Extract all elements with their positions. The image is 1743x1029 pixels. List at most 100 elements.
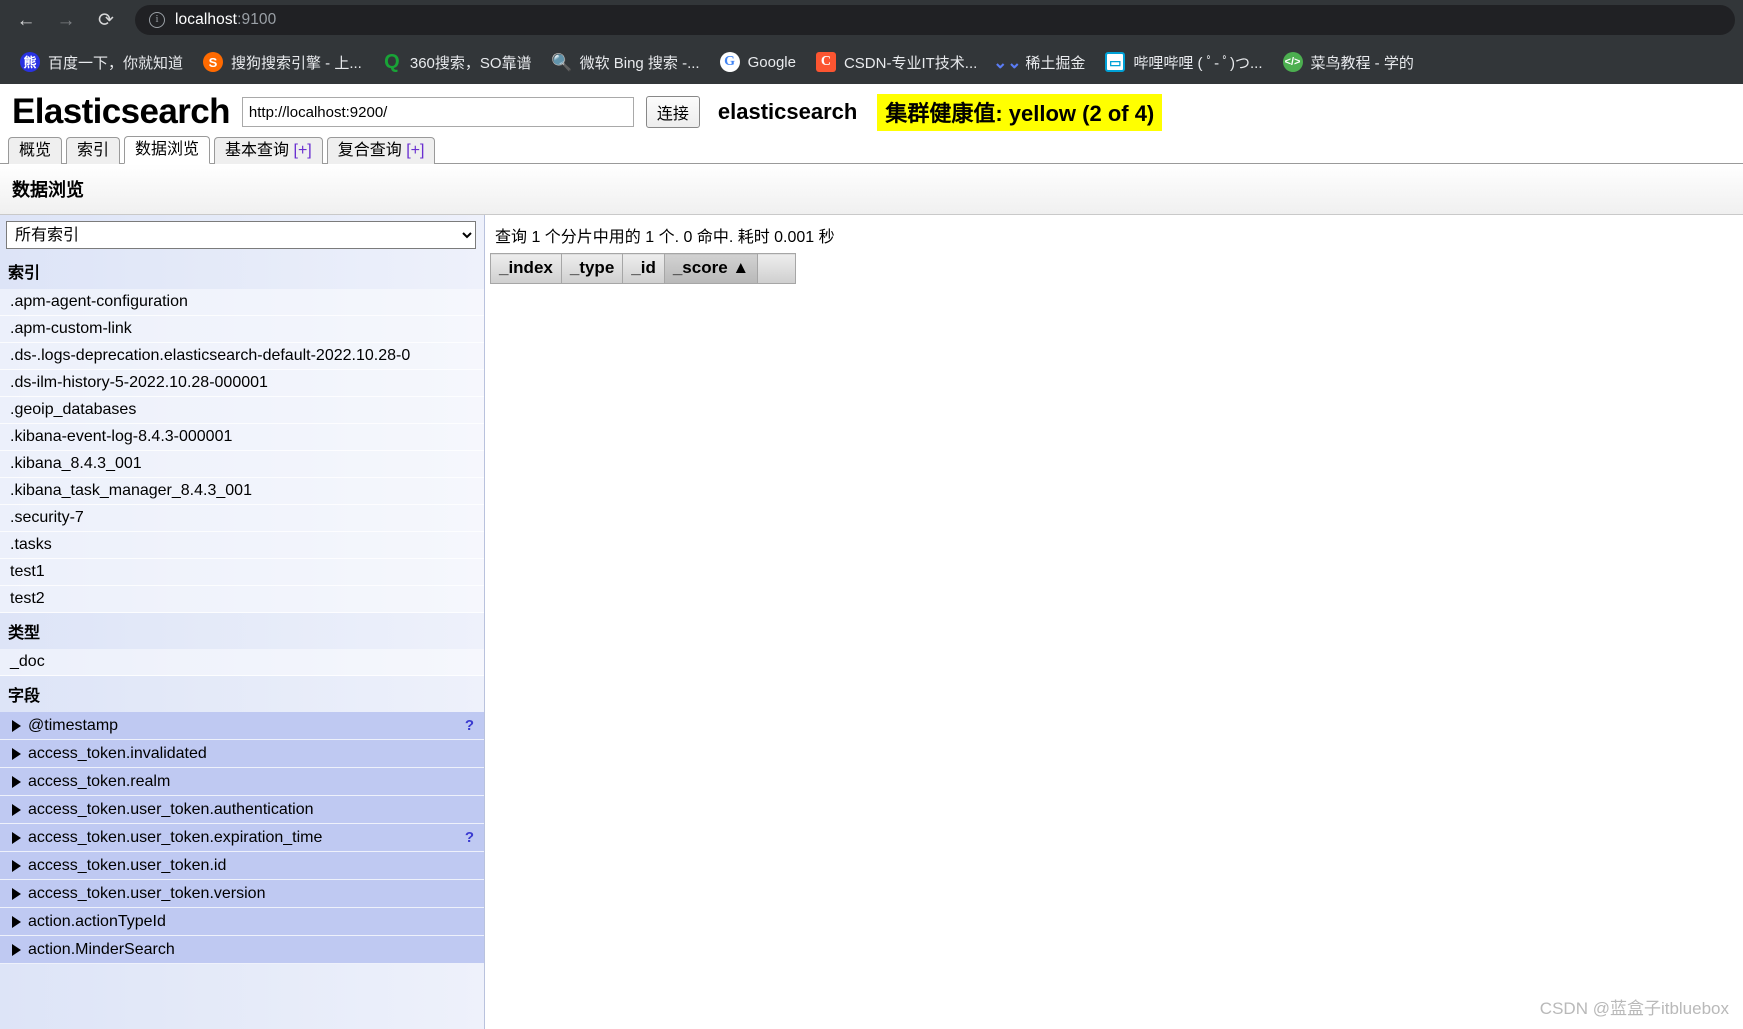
help-question-icon[interactable]: ?: [465, 716, 474, 735]
tab-basic-query[interactable]: 基本查询 [+]: [214, 137, 323, 164]
sidebar-list-item[interactable]: .apm-custom-link: [0, 316, 484, 343]
sidebar-list-item[interactable]: .kibana-event-log-8.4.3-000001: [0, 424, 484, 451]
triangle-right-icon[interactable]: [12, 775, 21, 788]
page-title: 数据浏览: [0, 164, 1743, 215]
cluster-url-input[interactable]: [241, 97, 634, 127]
tab-bar: 概览 索引 数据浏览 基本查询 [+] 复合查询 [+]: [0, 136, 1743, 164]
site-info-icon[interactable]: i: [149, 12, 165, 28]
sidebar-group-title: 类型: [8, 625, 41, 642]
juejin-icon: ⌄⌄: [993, 52, 1022, 72]
tab-overview[interactable]: 概览: [8, 137, 63, 164]
tab-plus[interactable]: [+]: [406, 142, 424, 159]
sidebar-field-item[interactable]: @timestamp?: [0, 712, 484, 740]
address-bar[interactable]: i localhost:9100: [135, 5, 1735, 35]
sidebar-list-item[interactable]: .apm-agent-configuration: [0, 289, 484, 316]
index-select[interactable]: 所有索引: [6, 221, 476, 249]
browser-nav-bar: ← → ⟳ i localhost:9100: [0, 0, 1743, 40]
column-header-id[interactable]: _id: [622, 253, 665, 284]
google-icon: G: [719, 52, 740, 72]
query-status-text: 查询 1 个分片中用的 1 个. 0 命中. 耗时 0.001 秒: [495, 229, 835, 246]
sidebar-field-label: action.MinderSearch: [28, 941, 175, 958]
tab-plus[interactable]: [+]: [294, 142, 312, 159]
sidebar-field-item[interactable]: action.MinderSearch: [0, 936, 484, 964]
reload-icon[interactable]: ⟳: [88, 4, 124, 36]
tab-indices[interactable]: 索引: [66, 137, 121, 164]
triangle-right-icon[interactable]: [12, 747, 21, 760]
runoob-icon: </>: [1282, 52, 1303, 72]
column-label: _score: [672, 258, 728, 277]
sidebar-field-item[interactable]: access_token.user_token.version: [0, 880, 484, 908]
sidebar-group-title: 索引: [8, 265, 41, 282]
bookmarks-bar: 熊 百度一下，你就知道 S 搜狗搜索引擎 - 上... Q 360搜索，SO靠谱…: [0, 40, 1743, 84]
sidebar-field-item[interactable]: access_token.user_token.id: [0, 852, 484, 880]
bookmark-csdn[interactable]: C CSDN-专业IT技术...: [806, 48, 987, 77]
help-question-icon[interactable]: ?: [465, 828, 474, 847]
column-label: _index: [499, 258, 553, 277]
tab-label: 数据浏览: [135, 141, 200, 158]
so360-icon: Q: [384, 51, 400, 73]
cluster-health-badge: 集群健康值: yellow (2 of 4): [877, 93, 1163, 131]
triangle-right-icon[interactable]: [12, 831, 21, 844]
bookmark-360[interactable]: Q 360搜索，SO靠谱: [372, 48, 542, 77]
sidebar-field-item[interactable]: access_token.realm: [0, 768, 484, 796]
sidebar-field-item[interactable]: access_token.user_token.expiration_time?: [0, 824, 484, 852]
bookmark-bilibili[interactable]: ▭ 哔哩哔哩 ( ﾟ- ﾟ)つ...: [1095, 48, 1272, 77]
url-host: localhost: [175, 11, 238, 28]
triangle-right-icon[interactable]: [12, 859, 21, 872]
bookmark-juejin[interactable]: ⌄⌄ 稀土掘金: [987, 48, 1095, 77]
tab-composite-query[interactable]: 复合查询 [+]: [326, 137, 436, 164]
tab-label: 概览: [19, 142, 52, 159]
sidebar-field-label: access_token.user_token.id: [28, 857, 227, 874]
bookmark-label: 菜鸟教程 - 学的: [1310, 54, 1414, 72]
sogou-icon: S: [203, 52, 224, 72]
sidebar-list-item[interactable]: .kibana_task_manager_8.4.3_001: [0, 478, 484, 505]
sidebar-list-item[interactable]: .ds-.logs-deprecation.elasticsearch-defa…: [0, 343, 484, 370]
column-header-score[interactable]: _score ▲: [663, 253, 759, 284]
bookmark-label: 微软 Bing 搜索 -...: [579, 54, 700, 72]
baidu-icon: 熊: [20, 52, 40, 72]
sidebar-field-label: action.actionTypeId: [28, 913, 166, 930]
bilibili-icon: ▭: [1105, 52, 1126, 72]
forward-icon[interactable]: →: [48, 4, 84, 36]
triangle-right-icon[interactable]: [12, 803, 21, 816]
bookmark-label: 360搜索，SO靠谱: [409, 54, 532, 72]
app-logo: Elasticsearch: [12, 92, 231, 131]
connect-button[interactable]: 连接: [645, 96, 700, 128]
triangle-right-icon[interactable]: [12, 887, 21, 900]
sidebar-list-item[interactable]: .ds-ilm-history-5-2022.10.28-000001: [0, 370, 484, 397]
column-header-type[interactable]: _type: [560, 253, 624, 284]
sidebar-field-label: access_token.user_token.expiration_time: [28, 829, 323, 846]
triangle-right-icon[interactable]: [12, 915, 21, 928]
sidebar: 所有索引 索引 .apm-agent-configuration .apm-cust…: [0, 215, 485, 1029]
sidebar-list-item[interactable]: .security-7: [0, 505, 484, 532]
bookmark-label: 稀土掘金: [1025, 54, 1086, 72]
elasticsearch-head-page: Elasticsearch 连接 elasticsearch 集群健康值: ye…: [0, 84, 1743, 1029]
sidebar-list-item[interactable]: _doc: [0, 649, 484, 676]
bookmark-baidu[interactable]: 熊 百度一下，你就知道: [10, 48, 193, 77]
results-header-row: _index _type _id _score ▲: [490, 253, 797, 284]
column-label: _type: [569, 258, 615, 277]
bing-icon: 🔍: [550, 52, 573, 72]
bookmark-google[interactable]: G Google: [710, 48, 806, 76]
browser-chrome: ← → ⟳ i localhost:9100 熊 百度一下，你就知道 S 搜狗搜…: [0, 0, 1743, 84]
sidebar-group-title: 字段: [8, 688, 41, 705]
sidebar-field-item[interactable]: access_token.invalidated: [0, 740, 484, 768]
sidebar-list-item[interactable]: .tasks: [0, 532, 484, 559]
sidebar-list-item[interactable]: test1: [0, 559, 484, 586]
sidebar-list-item[interactable]: .kibana_8.4.3_001: [0, 451, 484, 478]
bookmark-sogou[interactable]: S 搜狗搜索引擎 - 上...: [193, 48, 372, 77]
watermark: CSDN @蓝盒子itbluebox: [1539, 999, 1729, 1018]
sidebar-list-item[interactable]: .geoip_databases: [0, 397, 484, 424]
triangle-right-icon[interactable]: [12, 719, 21, 732]
bookmark-label: 百度一下，你就知道: [48, 54, 184, 72]
sidebar-field-item[interactable]: action.actionTypeId: [0, 908, 484, 936]
tab-data-browse[interactable]: 数据浏览: [124, 136, 211, 164]
triangle-right-icon[interactable]: [12, 943, 21, 956]
column-header-index[interactable]: _index: [490, 253, 562, 284]
bookmark-bing[interactable]: 🔍 微软 Bing 搜索 -...: [542, 48, 710, 77]
back-icon[interactable]: ←: [8, 4, 44, 36]
bookmark-runoob[interactable]: </> 菜鸟教程 - 学的: [1273, 48, 1424, 77]
sidebar-field-item[interactable]: access_token.user_token.authentication: [0, 796, 484, 824]
sidebar-field-label: access_token.invalidated: [28, 745, 207, 762]
sidebar-list-item[interactable]: test2: [0, 586, 484, 613]
